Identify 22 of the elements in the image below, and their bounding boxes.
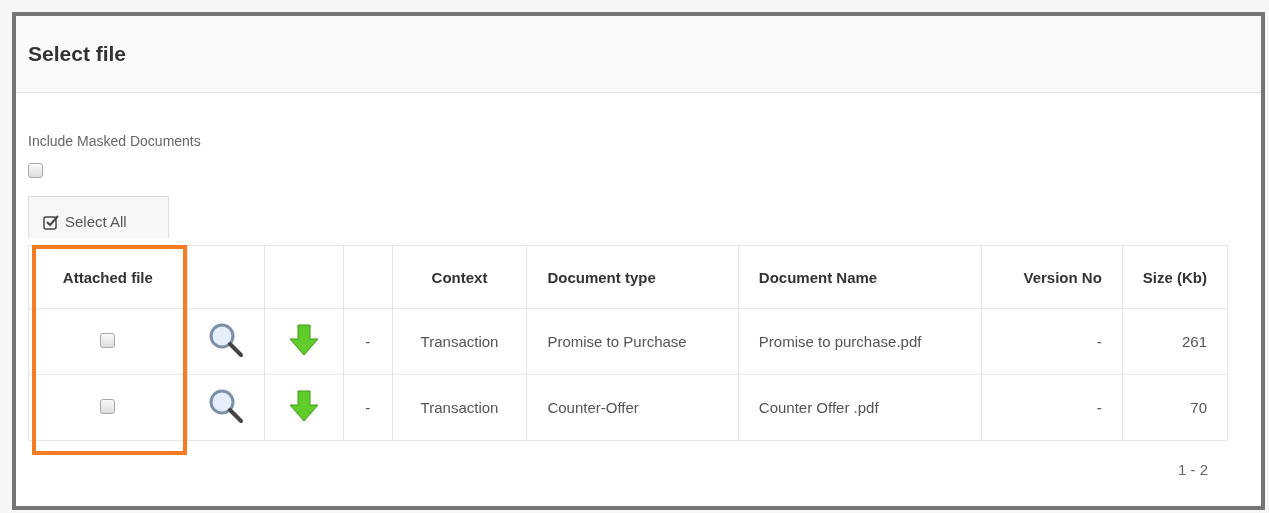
column-header: Attached file — [28, 245, 188, 309]
table-cell: Promise to purchase.pdf — [738, 308, 982, 375]
table-cell: 261 — [1122, 308, 1228, 375]
dialog-title: Select file — [28, 42, 127, 66]
table-cell: - — [981, 308, 1123, 375]
option-label: Include Masked Documents — [28, 133, 202, 149]
table-cell: - — [343, 374, 393, 441]
table-cell: - — [343, 308, 393, 375]
table-cell: Counter-Offer — [526, 374, 739, 441]
column-header: Document type — [526, 245, 739, 309]
table-cell: Counter Offer .pdf — [738, 374, 982, 441]
column-header: Size (Kb) — [1122, 245, 1228, 309]
table-cell: Transaction — [392, 374, 527, 441]
column-header: Version No — [981, 245, 1123, 309]
table-cell: Promise to Purchase — [526, 308, 739, 375]
table-cell: 70 — [1122, 374, 1228, 441]
column-header: Context — [392, 245, 527, 309]
pager-range: 1 - 2 — [1178, 461, 1208, 478]
select-all-button[interactable]: Select All — [28, 196, 169, 238]
table-cell: Transaction — [392, 308, 527, 375]
table-cell: - — [981, 374, 1123, 441]
column-header: Document Name — [738, 245, 982, 309]
